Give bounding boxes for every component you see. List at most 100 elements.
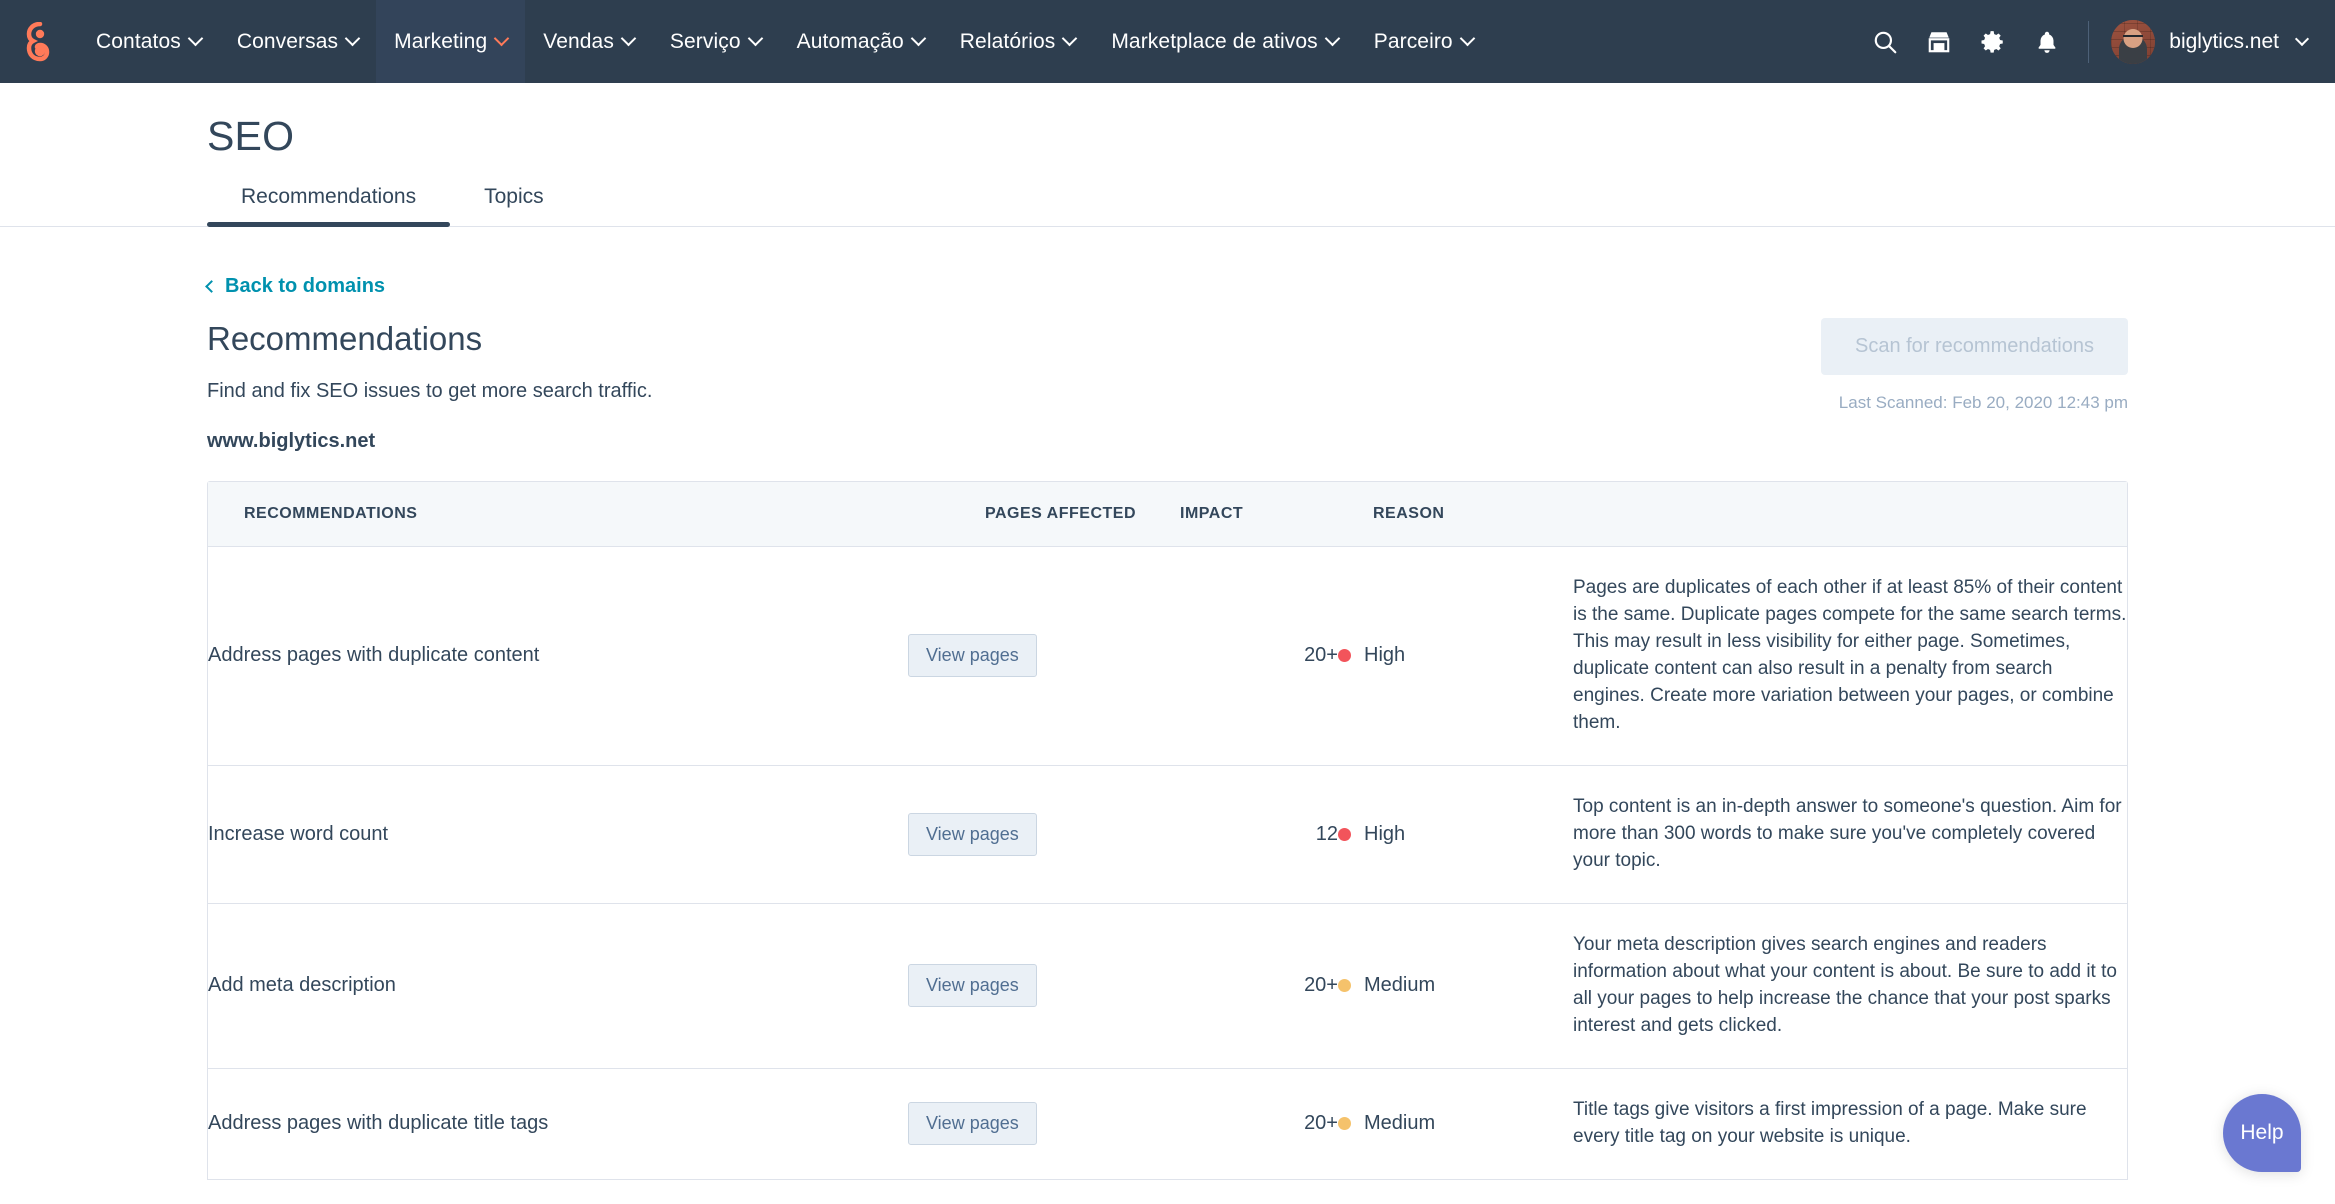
reason-text: Title tags give visitors a first impress… [1573, 1097, 2127, 1151]
chevron-down-icon [621, 31, 637, 47]
pages-affected-value: 20+ [1304, 1112, 1338, 1134]
cell-reason: Pages are duplicates of each other if at… [1573, 547, 2127, 765]
nav-item-marketplace-de-ativos[interactable]: Marketplace de ativos [1093, 0, 1355, 83]
chevron-down-icon [1324, 31, 1340, 47]
view-pages-button[interactable]: View pages [908, 1102, 1037, 1145]
table-row: Address pages with duplicate content Vie… [208, 547, 2127, 766]
column-header-impact: IMPACT [1138, 482, 1373, 546]
chevron-down-icon [747, 31, 763, 47]
nav-item-servico[interactable]: Serviço [652, 0, 779, 83]
top-navbar: Contatos Conversas Marketing Vendas Serv… [0, 0, 2335, 83]
cell-action: View pages [908, 606, 1238, 705]
search-icon[interactable] [1858, 15, 1912, 69]
recommendation-name: Add meta description [208, 974, 908, 997]
nav-item-marketing[interactable]: Marketing [376, 0, 525, 83]
cell-pages-affected: 12 [1238, 795, 1338, 874]
chevron-down-icon [911, 31, 927, 47]
impact-label: Medium [1364, 1112, 1435, 1135]
nav-item-vendas[interactable]: Vendas [525, 0, 652, 83]
pages-affected-value: 20+ [1304, 974, 1338, 996]
nav-item-label: Marketplace de ativos [1111, 30, 1317, 54]
recommendation-name: Address pages with duplicate title tags [208, 1112, 908, 1135]
impact-status-dot [1338, 828, 1351, 841]
reason-text: Pages are duplicates of each other if at… [1573, 575, 2127, 737]
nav-menu: Contatos Conversas Marketing Vendas Serv… [78, 0, 1858, 83]
chevron-down-icon [1459, 31, 1475, 47]
recommendation-name: Increase word count [208, 823, 908, 846]
nav-item-label: Contatos [96, 30, 181, 54]
chevron-down-icon [345, 31, 361, 47]
section-header: Recommendations Find and fix SEO issues … [207, 298, 2128, 453]
cell-recommendation: Address pages with duplicate title tags [208, 1084, 908, 1163]
nav-item-label: Vendas [543, 30, 614, 54]
cell-impact: High [1338, 616, 1573, 695]
cell-impact: Medium [1338, 1084, 1573, 1163]
nav-divider [2088, 21, 2089, 63]
cell-impact: High [1338, 795, 1573, 874]
cell-action: View pages [908, 936, 1238, 1035]
cell-action: View pages [908, 785, 1238, 884]
pages-affected-value: 12 [1316, 823, 1338, 845]
reason-text: Top content is an in-depth answer to som… [1573, 794, 2127, 875]
tab-label: Recommendations [241, 185, 416, 208]
page-title: SEO [207, 83, 2335, 160]
avatar [2111, 20, 2155, 64]
nav-item-parceiro[interactable]: Parceiro [1356, 0, 1491, 83]
help-widget-button[interactable]: Help [2223, 1094, 2301, 1172]
cell-reason: Title tags give visitors a first impress… [1573, 1069, 2127, 1179]
chevron-left-icon [205, 280, 218, 293]
impact-status-dot [1338, 979, 1351, 992]
help-widget-label: Help [2240, 1121, 2283, 1145]
section-subtitle: Find and fix SEO issues to get more sear… [207, 380, 652, 403]
nav-item-relatorios[interactable]: Relatórios [942, 0, 1094, 83]
chevron-down-icon [1062, 31, 1078, 47]
page-header: SEO Recommendations Topics [0, 83, 2335, 227]
nav-right-actions: biglytics.net [1858, 0, 2335, 83]
nav-item-label: Marketing [394, 30, 487, 54]
reason-text: Your meta description gives search engin… [1573, 932, 2127, 1040]
recommendations-table: RECOMMENDATIONS PAGES AFFECTED IMPACT RE… [207, 481, 2128, 1180]
nav-item-conversas[interactable]: Conversas [219, 0, 376, 83]
impact-label: Medium [1364, 974, 1435, 997]
domain-name: www.biglytics.net [207, 430, 652, 453]
impact-label: High [1364, 644, 1405, 667]
nav-item-contatos[interactable]: Contatos [78, 0, 219, 83]
gear-icon[interactable] [1966, 15, 2020, 69]
tab-recommendations[interactable]: Recommendations [207, 185, 450, 226]
hubspot-logo[interactable] [0, 0, 78, 83]
cell-reason: Top content is an in-depth answer to som… [1573, 766, 2127, 903]
view-pages-button[interactable]: View pages [908, 813, 1037, 856]
cell-pages-affected: 20+ [1238, 946, 1338, 1025]
column-header-recommendations: RECOMMENDATIONS [208, 482, 908, 546]
impact-label: High [1364, 823, 1405, 846]
column-header-pages-affected: PAGES AFFECTED [908, 482, 1138, 546]
nav-item-label: Conversas [237, 30, 338, 54]
nav-item-label: Relatórios [960, 30, 1056, 54]
cell-action: View pages [908, 1074, 1238, 1173]
cell-recommendation: Add meta description [208, 946, 908, 1025]
scan-for-recommendations-button[interactable]: Scan for recommendations [1821, 318, 2128, 375]
pages-affected-value: 20+ [1304, 644, 1338, 666]
nav-item-label: Serviço [670, 30, 741, 54]
tab-label: Topics [484, 185, 544, 208]
impact-status-dot [1338, 649, 1351, 662]
account-menu[interactable]: biglytics.net [2111, 20, 2307, 64]
view-pages-button[interactable]: View pages [908, 964, 1037, 1007]
table-row: Add meta description View pages 20+ Medi… [208, 904, 2127, 1069]
table-row: Increase word count View pages 12 High T… [208, 766, 2127, 904]
back-link-label: Back to domains [225, 275, 385, 298]
cell-recommendation: Increase word count [208, 795, 908, 874]
tab-topics[interactable]: Topics [450, 185, 578, 226]
table-header-row: RECOMMENDATIONS PAGES AFFECTED IMPACT RE… [208, 482, 2127, 547]
last-scanned-timestamp: Last Scanned: Feb 20, 2020 12:43 pm [1821, 393, 2128, 413]
main-content: Back to domains Recommendations Find and… [0, 227, 2335, 1180]
back-to-domains-link[interactable]: Back to domains [207, 275, 385, 298]
account-name: biglytics.net [2169, 30, 2279, 54]
marketplace-icon[interactable] [1912, 15, 1966, 69]
section-title: Recommendations [207, 320, 652, 358]
nav-item-automacao[interactable]: Automação [779, 0, 942, 83]
view-pages-button[interactable]: View pages [908, 634, 1037, 677]
notifications-bell-icon[interactable] [2020, 15, 2074, 69]
cell-impact: Medium [1338, 946, 1573, 1025]
table-row: Address pages with duplicate title tags … [208, 1069, 2127, 1180]
